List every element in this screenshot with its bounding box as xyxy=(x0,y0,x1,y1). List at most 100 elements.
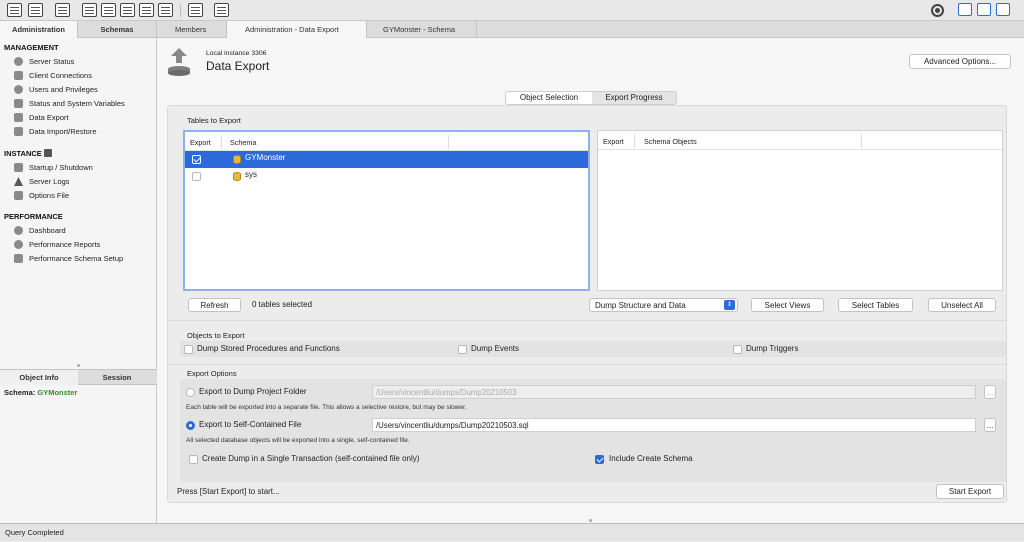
data-export-icon xyxy=(168,48,190,76)
include-create-schema-label: Include Create Schema xyxy=(609,454,693,463)
dump-procedures-checkbox[interactable] xyxy=(184,345,193,354)
dump-triggers-checkbox[interactable] xyxy=(733,345,742,354)
info-tabs: Object Info Session xyxy=(0,369,157,385)
reports-icon xyxy=(14,240,23,249)
dump-folder-radio[interactable] xyxy=(186,388,195,397)
splitter-handle[interactable] xyxy=(77,364,80,367)
schema-table-header-export: Export xyxy=(190,138,211,147)
select-views-button[interactable]: Select Views xyxy=(751,298,824,312)
dump-folder-path-field[interactable]: /Users/vincentliu/dumps/Dump20210503 xyxy=(372,385,976,399)
inspector-icon[interactable] xyxy=(55,3,70,17)
splitter-handle[interactable] xyxy=(589,519,592,522)
schema-info-value: GYMonster xyxy=(37,388,78,397)
select-tables-button[interactable]: Select Tables xyxy=(838,298,913,312)
sidebar-item-label: Startup / Shutdown xyxy=(29,163,93,172)
toggle-sidebar-icon[interactable] xyxy=(958,3,972,16)
search-data-icon[interactable] xyxy=(188,3,203,17)
objects-table-header-objects: Schema Objects xyxy=(644,137,697,146)
main-toolbar xyxy=(0,0,1024,21)
user-icon xyxy=(14,85,23,94)
schema-info-label: Schema: xyxy=(4,388,36,397)
tab-administration[interactable]: Administration xyxy=(0,21,78,38)
instance-heading: INSTANCE xyxy=(4,149,52,158)
create-function-icon[interactable] xyxy=(158,3,173,17)
sidebar-item-label: Dashboard xyxy=(29,226,66,235)
schema-name: GYMonster xyxy=(245,153,286,162)
toggle-secondary-sidebar-icon[interactable] xyxy=(996,3,1010,16)
dump-mode-value: Dump Structure and Data xyxy=(595,301,686,310)
dump-folder-label: Export to Dump Project Folder xyxy=(199,387,307,396)
tab-object-info[interactable]: Object Info xyxy=(0,370,78,385)
page-title: Data Export xyxy=(206,59,270,73)
self-contained-radio[interactable] xyxy=(186,421,195,430)
self-contained-note: All selected database objects will be ex… xyxy=(186,437,410,444)
table-row[interactable]: GYMonster xyxy=(185,151,588,168)
tab-schema-label: GYMonster - Schema xyxy=(383,25,456,34)
schema-objects-table: Export Schema Objects xyxy=(597,130,1003,291)
segment-object-selection[interactable]: Object Selection xyxy=(506,92,592,104)
startup-icon xyxy=(14,163,23,172)
dump-events-label: Dump Events xyxy=(471,344,520,353)
tables-to-export-label: Tables to Export xyxy=(187,116,241,125)
dump-mode-select[interactable]: Dump Structure and Data ⇕ xyxy=(589,298,738,312)
self-contained-label: Export to Self-Contained File xyxy=(199,420,302,429)
tab-schemas[interactable]: Schemas xyxy=(78,21,157,38)
table-row[interactable]: sys xyxy=(185,168,588,185)
data-export-page: Local instance 3306 Data Export Advanced… xyxy=(157,38,1024,523)
tab-admin-data-export[interactable]: Administration - Data Export xyxy=(227,21,367,38)
sidebar-item-label: Users and Privileges xyxy=(29,85,98,94)
sidebar-item-label: Status and System Variables xyxy=(29,99,125,108)
schema-table: Export Schema GYMonster sys xyxy=(183,130,590,291)
warning-icon xyxy=(14,177,23,186)
tab-members[interactable]: Members xyxy=(157,21,227,38)
segment-export-progress[interactable]: Export Progress xyxy=(592,92,676,104)
self-contained-path-field[interactable]: /Users/vincentliu/dumps/Dump20210503.sql xyxy=(372,418,976,432)
dump-folder-browse-button[interactable]: ... xyxy=(984,385,996,399)
refresh-button[interactable]: Refresh xyxy=(188,298,241,312)
wrench-icon xyxy=(14,191,23,200)
create-view-icon[interactable] xyxy=(120,3,135,17)
export-checkbox[interactable] xyxy=(192,155,201,164)
single-transaction-checkbox[interactable] xyxy=(189,455,198,464)
tab-session[interactable]: Session xyxy=(78,370,156,385)
instance-heading-label: INSTANCE xyxy=(4,149,42,158)
performance-heading: PERFORMANCE xyxy=(4,212,63,221)
settings-gear-icon[interactable] xyxy=(931,4,944,17)
dump-folder-note: Each table will be exported into a separ… xyxy=(186,404,467,411)
dump-triggers-label: Dump Triggers xyxy=(746,344,799,353)
database-icon xyxy=(233,155,241,164)
navigator-sidebar: MANAGEMENT Server Status Client Connecti… xyxy=(0,38,157,523)
self-contained-browse-button[interactable]: ... xyxy=(984,418,996,432)
dump-procedures-label: Dump Stored Procedures and Functions xyxy=(197,344,340,353)
open-sql-script-icon[interactable] xyxy=(28,3,43,17)
toggle-output-icon[interactable] xyxy=(977,3,991,16)
sidebar-item-label: Performance Schema Setup xyxy=(29,254,124,263)
export-checkbox[interactable] xyxy=(192,172,201,181)
sidebar-item-label: Server Status xyxy=(29,57,75,66)
advanced-options-button[interactable]: Advanced Options... xyxy=(909,54,1011,69)
objects-to-export-label: Objects to Export xyxy=(187,331,245,340)
sidebar-item-label: Data Import/Restore xyxy=(29,127,97,136)
sidebar-item-label: Client Connections xyxy=(29,71,92,80)
tab-schema[interactable]: GYMonster - Schema xyxy=(367,21,477,38)
new-sql-tab-icon[interactable] xyxy=(7,3,22,17)
schema-info: Schema: GYMonster xyxy=(4,388,77,397)
schema-table-header-schema: Schema xyxy=(230,138,257,147)
dump-events-checkbox[interactable] xyxy=(458,345,467,354)
monitor-icon xyxy=(14,99,23,108)
start-export-button[interactable]: Start Export xyxy=(936,484,1004,499)
reconnect-icon[interactable] xyxy=(214,3,229,17)
dashboard-icon xyxy=(14,226,23,235)
instance-link-icon[interactable] xyxy=(43,149,52,157)
tables-selected-count: 0 tables selected xyxy=(252,300,313,309)
wrench-icon xyxy=(14,254,23,263)
create-procedure-icon[interactable] xyxy=(139,3,154,17)
monitor-icon xyxy=(14,71,23,80)
unselect-all-button[interactable]: Unselect All xyxy=(928,298,996,312)
create-schema-icon[interactable] xyxy=(82,3,97,17)
create-table-icon[interactable] xyxy=(101,3,116,17)
include-create-schema-checkbox[interactable] xyxy=(595,455,604,464)
management-heading: MANAGEMENT xyxy=(4,43,59,52)
single-transaction-label: Create Dump in a Single Transaction (sel… xyxy=(202,454,420,463)
tab-admin-export-label: Administration - Data Export xyxy=(245,25,339,34)
